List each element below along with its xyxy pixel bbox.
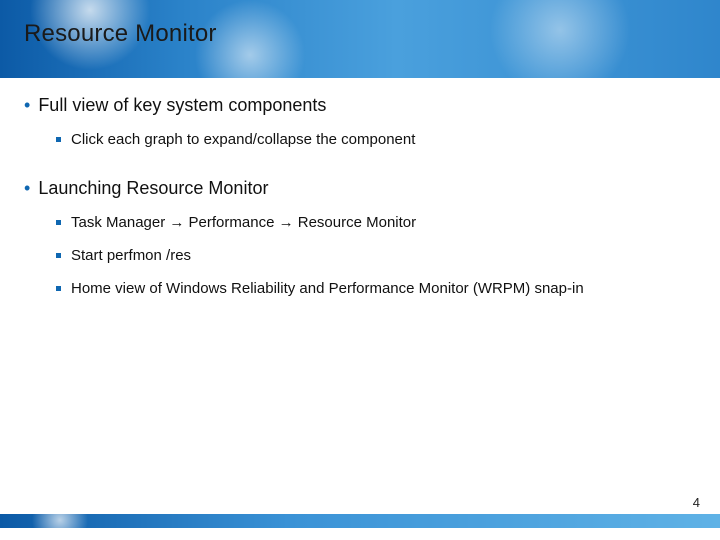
bullet-square-icon [56, 137, 61, 142]
bullet-text: Start perfmon /res [71, 246, 191, 265]
slide-title: Resource Monitor [24, 20, 217, 48]
bullet-level2: Click each graph to expand/collapse the … [56, 130, 692, 149]
bullet-dot-icon: • [24, 177, 30, 199]
content-area: • Full view of key system components Cli… [24, 90, 692, 308]
footer-bar [0, 514, 720, 528]
bullet-text: Launching Resource Monitor [38, 177, 268, 199]
bullet-square-icon [56, 220, 61, 225]
bullet-level2: Start perfmon /res [56, 246, 692, 265]
bullet-square-icon [56, 253, 61, 258]
bullet-dot-icon: • [24, 94, 30, 116]
bullet-text: Task Manager → Performance → Resource Mo… [71, 213, 416, 232]
bullet-square-icon [56, 286, 61, 291]
bullet-text: Click each graph to expand/collapse the … [71, 130, 415, 149]
spacer [24, 159, 692, 173]
bullet-level1: • Full view of key system components [24, 94, 692, 116]
bullet-level1: • Launching Resource Monitor [24, 177, 692, 199]
page-number: 4 [693, 495, 700, 510]
bullet-level2: Task Manager → Performance → Resource Mo… [56, 213, 692, 232]
slide: Resource Monitor • Full view of key syst… [0, 0, 720, 540]
bullet-text: Home view of Windows Reliability and Per… [71, 279, 584, 298]
bullet-text: Full view of key system components [38, 94, 326, 116]
bullet-level2: Home view of Windows Reliability and Per… [56, 279, 692, 298]
